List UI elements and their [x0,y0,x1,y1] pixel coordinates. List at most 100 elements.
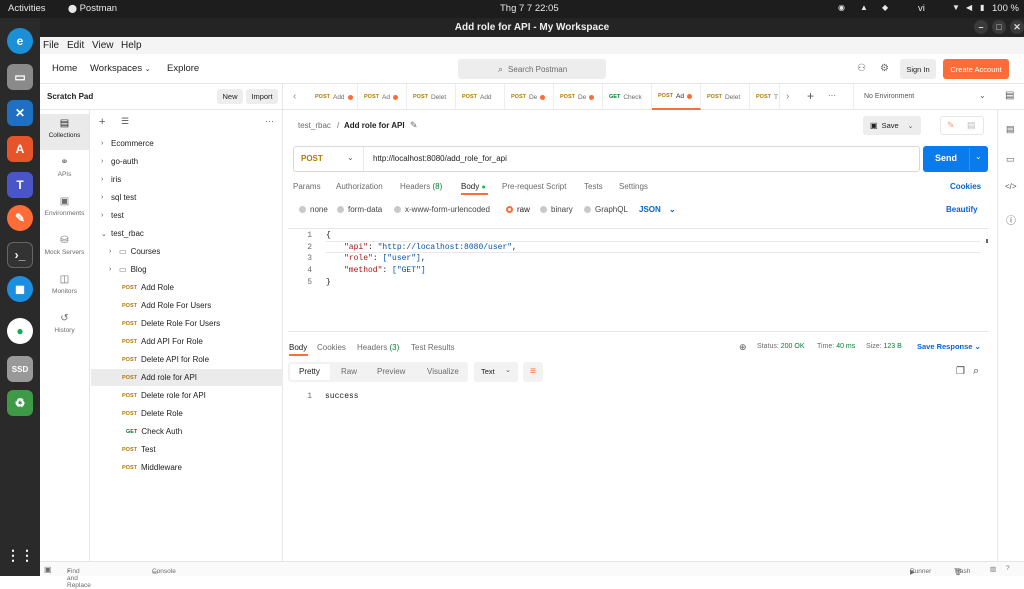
sidebar-toggle-icon[interactable]: ▣ [44,565,52,574]
request-tab[interactable]: POST Add [309,84,358,110]
nav-workspaces[interactable]: Workspaces ⌄ [90,63,151,74]
info-icon[interactable]: ⓘ [1006,212,1016,227]
edge-app-icon[interactable]: e [7,28,33,54]
scrollbar-thumb[interactable] [986,239,988,243]
ssd-drive-icon[interactable]: SSD [7,356,33,382]
close-icon[interactable]: ✕ [1010,20,1024,34]
edit-pencil-icon[interactable]: ✎ [410,120,418,131]
files-app-icon[interactable]: ▭ [7,64,33,90]
environment-quick-look-icon[interactable]: ▤ [1005,90,1014,101]
rail-environments[interactable]: ▣ Environments [40,192,89,228]
tree-request-selected[interactable]: POST Add role for API [91,369,283,386]
new-tab-icon[interactable]: + [807,89,814,103]
tree-request[interactable]: POST Delete role for API [91,387,283,404]
request-name[interactable]: Add role for API [344,121,405,130]
menu-edit[interactable]: Edit [67,40,84,51]
search-box[interactable]: ⌕ Search Postman [458,59,606,79]
app-grid-icon[interactable]: ⋮⋮ [6,542,34,568]
tabs-scroll-left-icon[interactable]: ‹ [293,91,296,102]
request-tab[interactable]: POST Delet [407,84,456,110]
save-button[interactable]: ▣ Save ⌄ [863,116,921,135]
tabs-scroll-right-icon[interactable]: › [786,91,789,102]
sign-in-button[interactable]: Sign In [900,59,936,79]
body-type-binary[interactable]: binary [540,205,573,214]
add-collection-icon[interactable]: + [99,116,105,128]
request-tab[interactable]: POST De [554,84,603,110]
edge-tray-icon[interactable]: ◉ [838,3,845,12]
time-value[interactable]: 40 ms [836,343,855,350]
import-button[interactable]: Import [246,89,278,104]
breadcrumb-parent[interactable]: test_rbac [298,121,331,130]
more-options-icon[interactable]: ··· [265,116,274,126]
request-tab[interactable]: POST Add [456,84,505,110]
tree-collection-open[interactable]: ⌄ test_rbac [91,225,283,242]
body-type-graphql[interactable]: GraphQL [584,205,628,214]
tree-folder[interactable]: › ▭ Courses [91,243,283,260]
tab-options-icon[interactable]: ··· [828,91,836,100]
environment-selector[interactable]: No Environment ⌄ [853,84,993,110]
chevron-down-icon[interactable]: ⌄ [975,152,982,161]
tab-tests[interactable]: Tests [584,182,603,191]
rail-mock-servers[interactable]: ⛁ Mock Servers [40,231,89,267]
activities-button[interactable]: Activities [8,3,45,14]
view-visualize[interactable]: Visualize [427,367,459,376]
rail-history[interactable]: ↺ History [40,309,89,345]
status-value[interactable]: 200 OK [781,343,805,350]
tree-request[interactable]: POST Delete Role [91,405,283,422]
size-value[interactable]: 123 B [884,343,902,350]
view-preview[interactable]: Preview [377,367,405,376]
new-button[interactable]: New [217,89,243,104]
request-tab-selected[interactable]: POST Ad [652,84,701,110]
tree-request[interactable]: POST Delete Role For Users [91,315,283,332]
document-icon[interactable]: ▤ [967,120,976,131]
tab-headers[interactable]: Headers (8) [400,182,442,191]
menu-help[interactable]: Help [121,40,142,51]
beautify-link[interactable]: Beautify [946,205,978,214]
tree-request[interactable]: POST Add Role [91,279,283,296]
tree-folder[interactable]: › ▭ Blog [91,261,283,278]
request-tab[interactable]: POST Delet [701,84,750,110]
tree-request[interactable]: POST Test [91,441,283,458]
response-tab-headers[interactable]: Headers (3) [357,343,399,352]
send-button[interactable]: Send ⌄ [923,146,988,172]
tab-body[interactable]: Body ● [461,182,486,191]
tab-authorization[interactable]: Authorization [336,182,383,191]
clock[interactable]: Thg 7 7 22:05 [500,3,559,14]
rail-collections[interactable]: ▤ Collections [40,114,89,150]
volume-icon[interactable]: ◀ [966,3,972,12]
help-icon[interactable]: ? [1006,565,1010,572]
cookies-link[interactable]: Cookies [950,182,981,191]
filter-icon[interactable]: ☰ [121,116,129,127]
view-raw[interactable]: Raw [341,367,357,376]
code-snippet-icon[interactable]: </> [1005,182,1017,191]
body-type-none[interactable]: none [299,205,328,214]
maximize-icon[interactable]: □ [992,20,1006,34]
network-icon[interactable]: ▼ [952,3,960,12]
body-type-urlencoded[interactable]: x-www-form-urlencoded [394,205,490,214]
copy-icon[interactable]: ❐ [956,366,965,377]
software-center-icon[interactable]: A [7,136,33,162]
url-input[interactable]: http://localhost:8080/add_role_for_api [373,154,507,163]
body-type-raw[interactable]: raw [506,205,530,214]
edit-actions[interactable]: ✎ ▤ [940,116,984,135]
tree-collection[interactable]: › go-auth [91,153,283,170]
request-tab[interactable]: POST Ad [358,84,407,110]
terminal-app-icon[interactable]: ›_ [7,242,33,268]
postman-dock-icon[interactable]: ✎ [7,205,33,231]
tab-pre-request-script[interactable]: Pre-request Script [502,182,566,191]
rail-monitors[interactable]: ◫ Monitors [40,270,89,306]
request-tab[interactable]: GET Check [603,84,652,110]
input-language[interactable]: vi [918,3,925,14]
view-pretty[interactable]: Pretty [299,367,320,376]
response-tab-test-results[interactable]: Test Results [411,343,455,352]
rail-apis[interactable]: ⚭ APIs [40,153,89,189]
steam-tray-icon[interactable]: ◆ [882,3,888,12]
tab-params[interactable]: Params [293,182,321,191]
tree-request[interactable]: GET Check Auth [91,423,283,440]
menu-view[interactable]: View [92,40,114,51]
tree-collection[interactable]: › sql test [91,189,283,206]
globe-icon[interactable]: ⊕ [739,342,747,353]
menu-file[interactable]: File [43,40,59,51]
tree-collection[interactable]: › test [91,207,283,224]
active-app-menu[interactable]: ⬤ Postman [68,3,117,14]
